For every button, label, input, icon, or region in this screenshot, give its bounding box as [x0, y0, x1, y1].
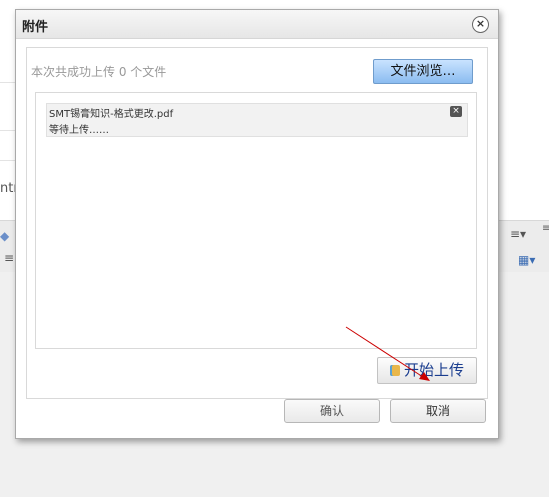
align-icon[interactable]: ≡▾	[510, 227, 526, 241]
upload-panel: 本次共成功上传 0 个文件 文件浏览… SMT锡膏知识-格式更改.pdf 等待上…	[26, 47, 488, 399]
file-queue-list: SMT锡膏知识-格式更改.pdf 等待上传…… ×	[35, 92, 477, 349]
file-name: SMT锡膏知识-格式更改.pdf	[49, 109, 174, 120]
file-queue-item: SMT锡膏知识-格式更改.pdf 等待上传…… ×	[46, 103, 468, 137]
table-icon[interactable]: ▦▾	[518, 253, 535, 267]
dialog-title: 附件	[22, 20, 49, 35]
remove-file-icon[interactable]: ×	[450, 106, 462, 117]
background-toolbar-right: ≡▾ ≡ ▦▾	[498, 220, 549, 273]
browse-files-button[interactable]: 文件浏览…	[373, 59, 473, 84]
list-icon: ≡	[4, 251, 15, 265]
close-icon[interactable]: ×	[472, 16, 489, 33]
paragraph-icon[interactable]: ≡	[542, 223, 549, 234]
upload-icon	[390, 365, 400, 376]
attachment-dialog: 附件 × 本次共成功上传 0 个文件 文件浏览… SMT锡膏知识-格式更改.pd…	[15, 9, 499, 439]
pen-icon: ◆	[0, 229, 10, 243]
start-upload-button[interactable]: 开始上传	[377, 357, 477, 384]
cancel-button[interactable]: 取消	[390, 399, 486, 423]
file-status: 等待上传……	[49, 125, 109, 136]
start-upload-label: 开始上传	[404, 361, 465, 379]
upload-status-text: 本次共成功上传 0 个文件	[31, 65, 167, 79]
confirm-button[interactable]: 确认	[284, 399, 380, 423]
dialog-titlebar[interactable]: 附件 ×	[16, 10, 498, 39]
